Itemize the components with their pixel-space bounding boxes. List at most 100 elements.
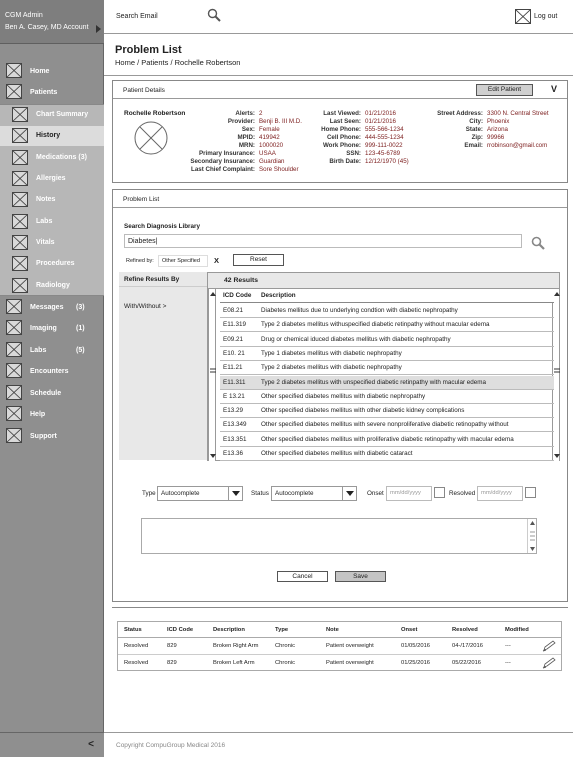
- resolved-checkbox[interactable]: [525, 487, 536, 498]
- result-row[interactable]: E13.29 Other specified diabetes mellitus …: [220, 404, 554, 419]
- info-field: Last Viewed: 01/21/2016: [292, 110, 396, 117]
- diagnosis-search-input[interactable]: Diabetes|: [124, 234, 522, 248]
- search-icon[interactable]: [207, 8, 221, 22]
- avatar: [134, 121, 168, 155]
- status-label: Status: [251, 490, 269, 497]
- result-row[interactable]: E13.36 Other specified diabetes mellitus …: [220, 447, 554, 461]
- result-row[interactable]: E 13.21 Other specified diabetes mellitus…: [220, 390, 554, 404]
- collapse-chevron-icon[interactable]: V: [551, 84, 557, 94]
- result-description: Other specified diabetes mellitus with p…: [261, 435, 514, 443]
- result-row[interactable]: E11.319 Type 2 diabetes mellitus withuspe…: [220, 318, 554, 333]
- info-label: Last Viewed:: [323, 110, 361, 117]
- refined-by-label: Refined by:: [126, 258, 154, 264]
- subnav-item-radiology[interactable]: Radiology: [0, 276, 104, 296]
- nav-item-schedule[interactable]: Schedule: [0, 383, 104, 403]
- info-label: Street Address:: [437, 110, 483, 117]
- result-row[interactable]: E08.21 Diabetes mellitus due to underlyin…: [220, 304, 554, 318]
- chart-summary-icon: [12, 107, 28, 122]
- subnav-item-vitals[interactable]: Vitals: [0, 233, 104, 253]
- clear-filter-icon[interactable]: X: [214, 256, 219, 265]
- subnav-label: Procedures: [36, 260, 75, 267]
- textarea-scrollbar[interactable]: [527, 519, 536, 553]
- result-row[interactable]: E11.21 Type 2 diabetes mellitus with diab…: [220, 361, 554, 376]
- breadcrumb[interactable]: Home / Patients / Rochelle Robertson: [115, 58, 240, 67]
- cell-type: Chronic: [275, 660, 295, 666]
- save-button[interactable]: Save: [335, 571, 386, 582]
- chevron-down-icon[interactable]: [228, 487, 242, 500]
- result-row[interactable]: E11.311 Type 2 diabetes mellitus with uns…: [220, 375, 554, 390]
- nav-count: (3): [76, 303, 85, 311]
- resolved-date-input[interactable]: mm/dd/yyyy: [477, 486, 523, 501]
- nav-item-imaging[interactable]: Imaging (1): [0, 318, 104, 338]
- nav-label: Imaging: [30, 324, 57, 332]
- messages-icon: [6, 299, 22, 314]
- info-field: City: Phoenix: [410, 118, 509, 125]
- subnav-item-medications[interactable]: Medications (3): [0, 148, 104, 168]
- logout-icon[interactable]: [515, 9, 531, 24]
- subnav-item-labs[interactable]: Labs: [0, 212, 104, 232]
- result-row[interactable]: E10. 21 Type 1 diabetes mellitus with dia…: [220, 347, 554, 361]
- subnav-label: History: [36, 132, 61, 139]
- diagnosis-search-icon[interactable]: [531, 236, 545, 250]
- onset-checkbox[interactable]: [434, 487, 445, 498]
- cell-icd-code: 829: [167, 660, 177, 666]
- user-account[interactable]: Ben A. Casey, MD Account: [5, 22, 104, 34]
- result-row[interactable]: E13.349 Other specified diabetes mellitus…: [220, 418, 554, 433]
- account-header[interactable]: CGM Admin Ben A. Casey, MD Account: [0, 0, 104, 44]
- result-description: Other specified diabetes mellitus with o…: [261, 407, 465, 415]
- info-label: Last Seen:: [329, 118, 361, 125]
- subnav-item-history[interactable]: History: [0, 126, 104, 146]
- footer: Copyright CompuGroup Medical 2016: [104, 732, 573, 757]
- patient-subnav: Chart Summary History Medications (3) Al…: [0, 104, 104, 296]
- chevron-down-icon[interactable]: [342, 487, 356, 500]
- subnav-label: Labs: [36, 218, 53, 225]
- table-row: Resolved 829 Broken Right Arm Chronic Pa…: [118, 638, 561, 655]
- subnav-item-notes[interactable]: Notes: [0, 190, 104, 210]
- result-icd-code: E 13.21: [223, 392, 245, 400]
- subnav-item-chart-summary[interactable]: Chart Summary: [0, 105, 104, 125]
- onset-date-input[interactable]: mm/dd/yyyy: [386, 486, 432, 501]
- subnav-label: Medications (3): [36, 154, 87, 161]
- cancel-button[interactable]: Cancel: [277, 571, 328, 582]
- reset-button[interactable]: Reset: [233, 254, 284, 266]
- result-icd-code: E13.36: [223, 450, 243, 457]
- vitals-icon: [12, 235, 28, 250]
- info-value: 12/12/1970 (45): [365, 158, 409, 165]
- status-select[interactable]: Autocomplete: [271, 486, 357, 501]
- account-arrow-icon[interactable]: [96, 25, 101, 33]
- result-row[interactable]: E13.351 Other specified diabetes mellitus…: [220, 433, 554, 447]
- edit-pencil-icon[interactable]: [542, 640, 556, 652]
- nav-count: (1): [76, 324, 85, 332]
- info-value: 999-111-0022: [365, 142, 403, 149]
- nav-item-labs[interactable]: Labs (5): [0, 340, 104, 360]
- info-field: Primary Insurance: USAA: [168, 150, 276, 157]
- nav-item-patients[interactable]: Patients: [0, 82, 104, 102]
- result-row[interactable]: E09.21 Drug or chemical iduced diabetes m…: [220, 333, 554, 347]
- refine-option-with-without[interactable]: With/Without >: [124, 303, 166, 310]
- edit-pencil-icon[interactable]: [542, 657, 556, 669]
- nav-item-help[interactable]: Help: [0, 404, 104, 424]
- nav-label: Support: [30, 432, 57, 440]
- note-textarea[interactable]: [141, 518, 537, 554]
- type-select[interactable]: Autocomplete: [157, 486, 243, 501]
- subnav-item-procedures[interactable]: Procedures: [0, 254, 104, 274]
- subnav-item-allergies[interactable]: Allergies: [0, 169, 104, 189]
- result-icd-code: E13.351: [223, 435, 247, 443]
- left-scrollbar[interactable]: [208, 289, 216, 461]
- info-value: 2: [259, 110, 263, 117]
- info-field: Street Address: 3300 N. Central Street: [410, 110, 548, 117]
- logout-link[interactable]: Log out: [534, 13, 557, 20]
- edit-patient-button[interactable]: Edit Patient: [476, 84, 533, 96]
- col-type: Type: [275, 627, 289, 633]
- collapse-sidebar-button[interactable]: <: [88, 739, 94, 750]
- col-icd-code: ICD Code: [223, 292, 252, 299]
- search-email-label[interactable]: Search Email: [116, 13, 158, 20]
- results-header: 42 Results: [208, 273, 559, 289]
- nav-item-encounters[interactable]: Encounters: [0, 361, 104, 381]
- nav-label: Home: [30, 67, 50, 75]
- imaging-icon: [6, 320, 22, 335]
- nav-item-home[interactable]: Home: [0, 61, 104, 81]
- cell-note: Patient overweight: [326, 643, 374, 649]
- nav-item-support[interactable]: Support: [0, 426, 104, 446]
- nav-item-messages[interactable]: Messages (3): [0, 297, 104, 317]
